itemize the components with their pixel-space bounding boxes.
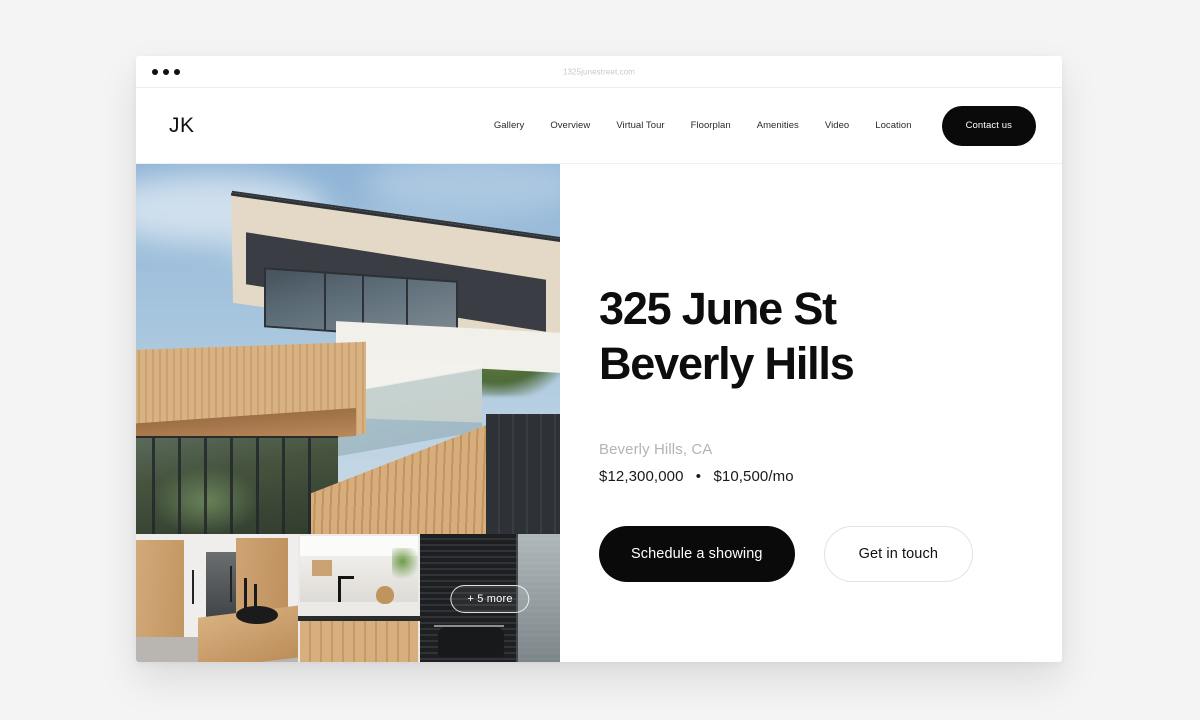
nav-item-video[interactable]: Video (812, 120, 862, 131)
hero-image[interactable] (136, 164, 560, 534)
locality-text: Beverly Hills, CA (599, 440, 713, 458)
site-logo[interactable]: JK (169, 114, 195, 138)
listing-details: 325 June St Beverly Hills Beverly Hills,… (560, 164, 1062, 662)
cta-row: Schedule a showing Get in touch (599, 525, 1062, 582)
nav-item-floorplan[interactable]: Floorplan (678, 120, 744, 131)
sale-price: $12,300,000 (599, 467, 684, 485)
nav-item-location[interactable]: Location (862, 120, 924, 131)
gallery-thumbnail-3[interactable]: + 5 more (420, 534, 560, 662)
title-line-2: Beverly Hills (599, 337, 855, 389)
rent-price: $10,500/mo (713, 467, 794, 485)
browser-titlebar: 1325junestreet.com (136, 56, 1062, 88)
nav-item-amenities[interactable]: Amenities (744, 120, 812, 131)
nav-item-overview[interactable]: Overview (537, 120, 603, 131)
dark-cladding-shape (486, 414, 560, 534)
main-navigation: Gallery Overview Virtual Tour Floorplan … (481, 105, 1036, 146)
nav-item-virtual-tour[interactable]: Virtual Tour (603, 120, 677, 131)
get-in-touch-button[interactable]: Get in touch (823, 525, 973, 582)
price-row: $12,300,000 • $10,500/mo (599, 468, 1062, 485)
nav-item-gallery[interactable]: Gallery (481, 120, 537, 131)
page-title: 325 June St Beverly Hills (599, 282, 1062, 392)
lower-window-shape (136, 436, 338, 534)
more-photos-badge[interactable]: + 5 more (450, 584, 530, 613)
contact-us-button[interactable]: Contact us (941, 105, 1036, 146)
main-content: + 5 more 325 June St Beverly Hills Bever… (136, 164, 1062, 662)
gallery-thumbnail-2[interactable] (298, 534, 420, 662)
site-header: JK Gallery Overview Virtual Tour Floorpl… (136, 88, 1062, 164)
price-separator: • (695, 467, 702, 485)
cloud-shape (366, 164, 560, 214)
schedule-showing-button[interactable]: Schedule a showing (599, 525, 795, 582)
gallery-thumbnail-1[interactable] (136, 534, 298, 662)
page-background: 1325junestreet.com JK Gallery Overview V… (0, 0, 1200, 720)
browser-window: 1325junestreet.com JK Gallery Overview V… (136, 56, 1062, 662)
property-gallery: + 5 more (136, 164, 560, 662)
url-bar[interactable]: 1325junestreet.com (136, 67, 1062, 76)
title-line-1: 325 June St (599, 283, 837, 334)
gallery-thumbnail-strip: + 5 more (136, 534, 560, 662)
